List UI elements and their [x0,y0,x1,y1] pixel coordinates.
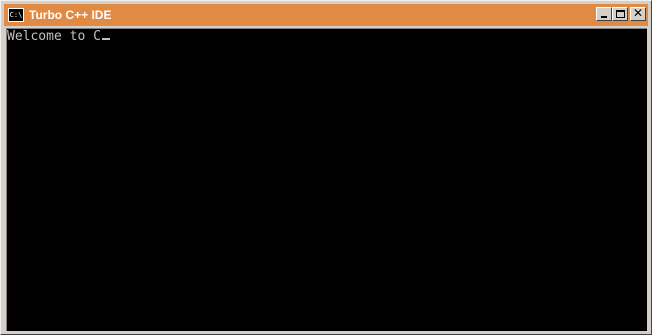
minimize-icon [601,16,607,18]
console-area[interactable]: Welcome to C [6,28,647,331]
text-cursor [101,38,110,40]
console-window: C:\ Turbo C++ IDE ✕ Welcome to C [0,0,652,335]
maximize-button[interactable] [612,7,628,21]
caption-buttons: ✕ [596,6,646,21]
window-title: Turbo C++ IDE [29,8,112,22]
maximize-icon [616,10,625,18]
console-icon[interactable]: C:\ [8,8,24,22]
console-output-line: Welcome to C [7,30,110,44]
close-icon: ✕ [632,6,644,20]
minimize-button[interactable] [596,7,612,21]
console-output-text: Welcome to C [7,29,101,44]
close-button[interactable]: ✕ [630,6,646,21]
title-bar[interactable]: C:\ Turbo C++ IDE ✕ [4,4,648,26]
